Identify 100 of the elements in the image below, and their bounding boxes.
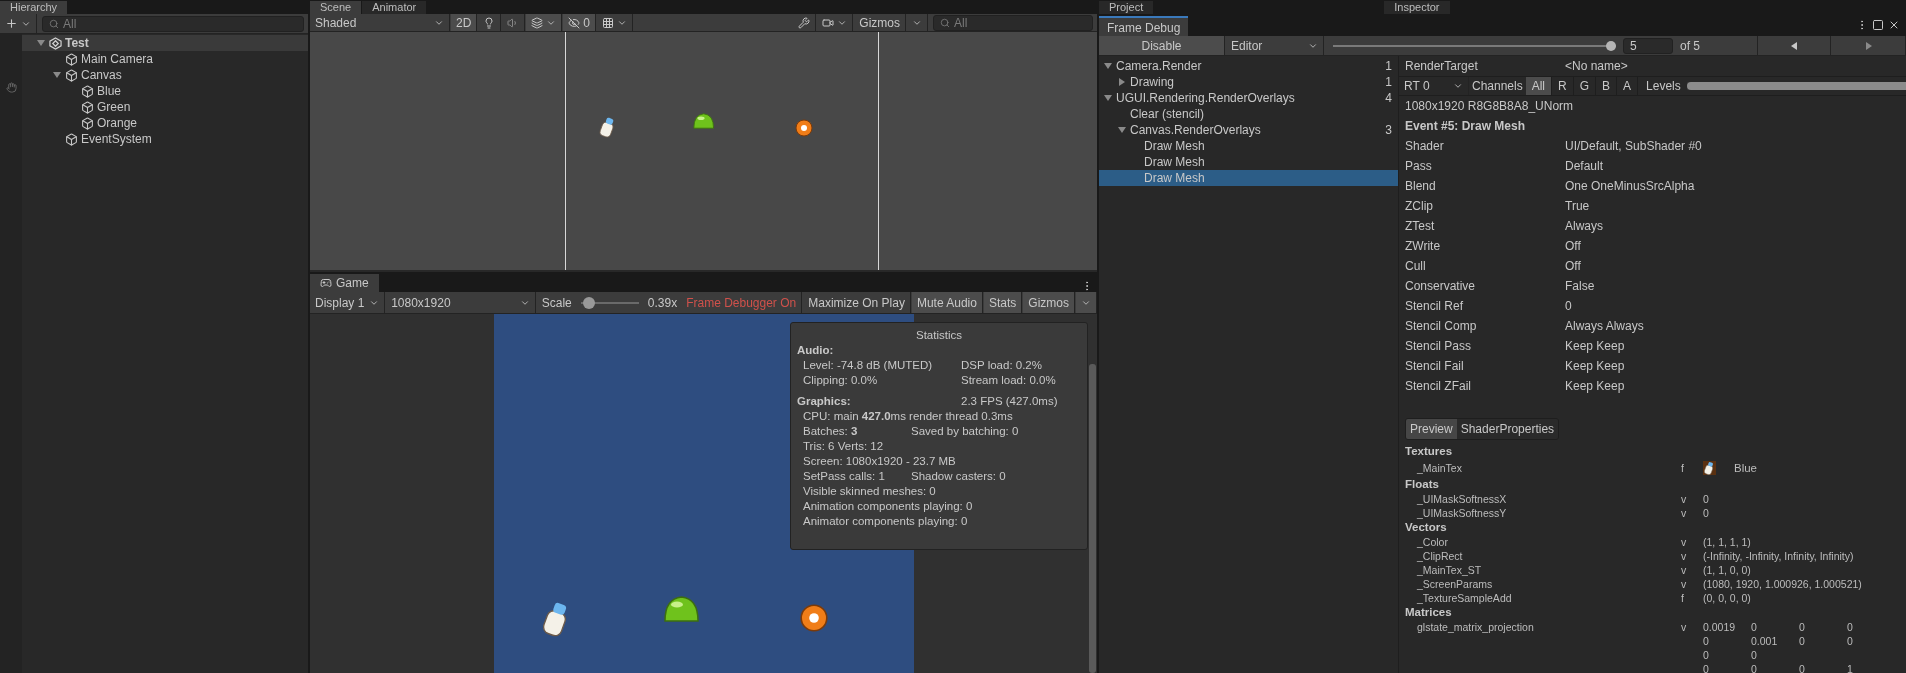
stat-text: Visible skinned meshes: 0 xyxy=(803,485,936,497)
hierarchy-item[interactable]: Canvas xyxy=(81,68,122,82)
layers-icon[interactable] xyxy=(531,16,544,29)
property-type: v xyxy=(1681,506,1688,520)
property-name: _Color xyxy=(1417,535,1449,549)
panel-tab[interactable]: Scene xyxy=(310,1,363,14)
stat-text: Screen: 1080x1920 - 23.7 MB xyxy=(803,455,956,467)
expanded-arrow-icon[interactable] xyxy=(36,38,46,48)
panel-tab[interactable]: Hierarchy xyxy=(0,1,69,14)
channel-toggle[interactable]: B xyxy=(1596,77,1618,95)
event-row[interactable]: UGUI.Rendering.RenderOverlays 4 xyxy=(1099,90,1398,106)
stat-text: SetPass calls: 1 xyxy=(803,469,886,484)
toolbar-toggle[interactable]: Stats xyxy=(983,292,1023,313)
resolution-dropdown[interactable]: 1080x1920 xyxy=(386,292,536,313)
property-value: (-Infinity, -Infinity, Infinity, Infinity) xyxy=(1703,549,1855,563)
property-type: v xyxy=(1681,577,1688,591)
property-value: Blue xyxy=(1734,461,1758,475)
display-dropdown[interactable]: Display 1 xyxy=(310,292,386,313)
matrix-cell-text: 0 xyxy=(1799,620,1806,634)
matrix-cell-text: 0 xyxy=(1751,648,1758,662)
event-row[interactable]: Draw Mesh xyxy=(1099,154,1398,170)
expanded-arrow-icon[interactable] xyxy=(52,70,62,80)
previous-icon[interactable] xyxy=(1791,41,1797,50)
target-dropdown[interactable]: Editor xyxy=(1226,36,1324,55)
tools-icon[interactable] xyxy=(798,16,811,29)
stat-text: CPU: main 427.0ms render thread 0.3ms xyxy=(803,410,1013,422)
hand-icon[interactable] xyxy=(5,82,17,93)
stat-text: Shadow casters: 0 xyxy=(911,469,1007,484)
event-row[interactable]: Drawing 1 xyxy=(1099,74,1398,90)
channel-toggle[interactable]: R xyxy=(1552,77,1574,95)
donut-icon xyxy=(794,118,814,138)
close-icon[interactable] xyxy=(1888,19,1900,31)
scale-slider[interactable] xyxy=(580,296,639,309)
event-row[interactable]: Clear (stencil) xyxy=(1099,106,1398,122)
camera-icon[interactable] xyxy=(822,16,835,29)
property-value: (1, 1, 0, 0) xyxy=(1703,563,1752,577)
matrix-cell-text: 0 xyxy=(1751,620,1758,634)
collapsed-arrow-icon[interactable] xyxy=(1117,77,1127,87)
matrix-cell-text: 0 xyxy=(1703,662,1710,673)
hierarchy-item[interactable]: Green xyxy=(97,100,131,114)
hierarchy-item[interactable]: EventSystem xyxy=(81,132,152,146)
property-type: v xyxy=(1681,620,1688,635)
property-name: ZTest xyxy=(1405,219,1436,233)
window-tab[interactable]: Frame Debug xyxy=(1099,16,1189,36)
slider-thumb[interactable] xyxy=(583,296,596,309)
event-row[interactable]: Canvas.RenderOverlays 3 xyxy=(1099,122,1398,138)
lightbulb-icon[interactable] xyxy=(483,16,496,29)
property-name: Shader xyxy=(1405,139,1445,153)
expanded-arrow-icon[interactable] xyxy=(1103,61,1113,71)
property-value: 0 xyxy=(1703,506,1710,520)
group-heading: Floats xyxy=(1404,477,1440,492)
property-value: 0 xyxy=(1703,492,1710,506)
panel-tab[interactable]: Animator xyxy=(362,1,428,14)
matrix-cell-text: 0 xyxy=(1799,634,1806,648)
scale-label: Scale xyxy=(541,295,572,310)
expanded-arrow-icon[interactable] xyxy=(1103,93,1113,103)
toolbar-toggle[interactable]: Maximize On Play xyxy=(803,292,911,313)
stat-text: Animation components playing: 0 xyxy=(803,500,973,512)
group-heading: Vectors xyxy=(1404,520,1448,535)
details-tab[interactable]: Preview xyxy=(1406,419,1457,439)
frame-debugger-status: Frame Debugger On xyxy=(686,295,797,310)
property-name: Conservative xyxy=(1405,279,1477,293)
levels-label: Levels xyxy=(1645,79,1681,93)
channel-toggle[interactable]: G xyxy=(1573,77,1597,95)
panel-tab[interactable]: Inspector xyxy=(1384,1,1451,14)
next-icon[interactable] xyxy=(1865,41,1872,50)
event-index-field[interactable]: 5 xyxy=(1623,37,1673,54)
gizmos-button[interactable]: Gizmos xyxy=(1023,292,1075,313)
bottle-icon xyxy=(1703,460,1716,476)
event-row[interactable]: Draw Mesh xyxy=(1099,170,1398,186)
shading-dropdown[interactable]: Shaded xyxy=(310,14,450,31)
maximize-icon[interactable] xyxy=(1872,19,1884,31)
hierarchy-item[interactable]: Test xyxy=(65,36,89,50)
donut-icon xyxy=(798,602,830,634)
event-row[interactable]: Camera.Render 1 xyxy=(1099,58,1398,74)
property-type: v xyxy=(1681,563,1688,577)
expanded-arrow-icon[interactable] xyxy=(1117,125,1127,135)
hierarchy-item[interactable]: Blue xyxy=(97,84,122,98)
add-icon[interactable] xyxy=(5,17,18,30)
channel-toggle[interactable]: A xyxy=(1617,77,1639,95)
property-value: UI/Default, SubShader #0 xyxy=(1565,139,1703,153)
slider-thumb[interactable] xyxy=(1606,40,1616,51)
grid-icon[interactable] xyxy=(602,16,615,29)
event-slider[interactable] xyxy=(1333,40,1616,51)
gizmos-button[interactable]: Gizmos xyxy=(854,14,906,31)
disable-button[interactable]: Disable xyxy=(1099,36,1225,55)
hierarchy-item[interactable]: Main Camera xyxy=(81,52,154,66)
panel-tab[interactable]: Game xyxy=(310,274,379,292)
panel-tab[interactable]: Project xyxy=(1099,1,1155,14)
scrollbar[interactable] xyxy=(1089,364,1096,673)
hierarchy-item[interactable]: Orange xyxy=(97,116,138,130)
stat-text: Batches: 3 xyxy=(803,424,859,439)
cube-icon xyxy=(65,132,78,146)
property-value: Default xyxy=(1565,159,1605,173)
stat-text: DSP load: 0.2% xyxy=(961,358,1043,373)
channel-toggle[interactable]: All xyxy=(1525,77,1553,95)
toolbar-toggle[interactable]: Mute Audio xyxy=(911,292,983,313)
event-row[interactable]: Draw Mesh xyxy=(1099,138,1398,154)
render-target-dropdown[interactable]: RT 0 xyxy=(1399,77,1469,95)
mode-2d-button[interactable]: 2D xyxy=(451,14,478,31)
